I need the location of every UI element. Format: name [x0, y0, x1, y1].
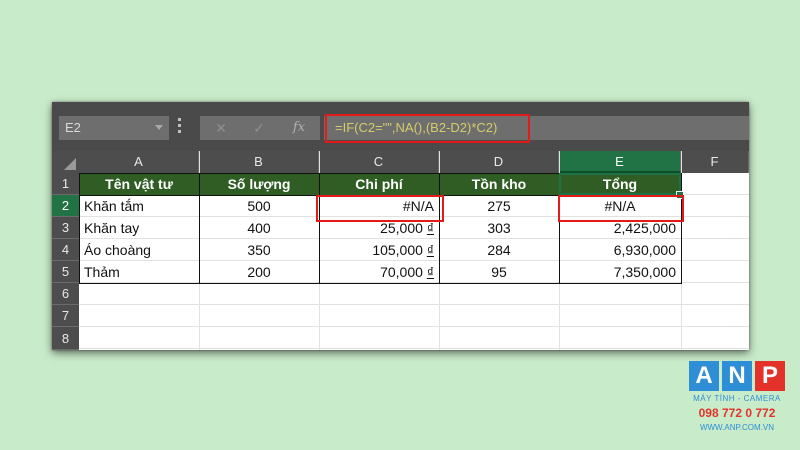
logo-letter-n: N [722, 361, 752, 391]
logo-tagline: MÁY TÍNH - CAMERA [693, 394, 781, 403]
logo-phone: 098 772 0 772 [698, 406, 776, 420]
insert-function-icon[interactable]: fx [284, 116, 314, 140]
formula-buttons: ✕ ✓ fx [200, 116, 320, 140]
row-header-7[interactable]: 7 [52, 305, 79, 327]
enter-icon[interactable]: ✓ [244, 116, 274, 140]
column-header-b[interactable]: B [199, 151, 319, 173]
anp-logo: A N P MÁY TÍNH - CAMERA 098 772 0 772 WW… [688, 361, 786, 439]
total-error-highlight [558, 195, 684, 222]
logo-letter-p: P [755, 361, 785, 391]
logo-letter-a: A [689, 361, 719, 391]
logo-website: WWW.ANP.COM.VN [699, 423, 775, 432]
excel-window: E2 ✕ ✓ fx =IF(C2="",NA(),(B2-D2)*C2) A B… [52, 102, 749, 350]
row-header-4[interactable]: 4 [52, 239, 79, 261]
more-options-icon[interactable] [178, 118, 182, 134]
cost-error-highlight [316, 195, 444, 222]
column-header-c[interactable]: C [319, 151, 439, 173]
chevron-down-icon[interactable] [155, 125, 163, 130]
cancel-icon[interactable]: ✕ [206, 116, 236, 140]
row-header-3[interactable]: 3 [52, 217, 79, 239]
column-header-a[interactable]: A [79, 151, 199, 173]
active-cell-indicator [559, 173, 681, 195]
column-header-e[interactable]: E [559, 151, 681, 173]
name-box[interactable]: E2 [59, 116, 169, 140]
row-header-8[interactable]: 8 [52, 327, 79, 350]
row-header-2[interactable]: 2 [52, 195, 79, 217]
row-header-6[interactable]: 6 [52, 283, 79, 305]
name-box-value: E2 [65, 120, 81, 135]
row-header-5[interactable]: 5 [52, 261, 79, 283]
row-header-1[interactable]: 1 [52, 173, 79, 195]
worksheet[interactable]: A B C D E F 1 2 3 4 5 6 7 8 Tên vật tư S… [52, 151, 749, 350]
select-all-button[interactable] [52, 151, 79, 173]
formula-highlight [325, 114, 530, 143]
column-header-f[interactable]: F [681, 151, 749, 173]
column-header-d[interactable]: D [439, 151, 559, 173]
